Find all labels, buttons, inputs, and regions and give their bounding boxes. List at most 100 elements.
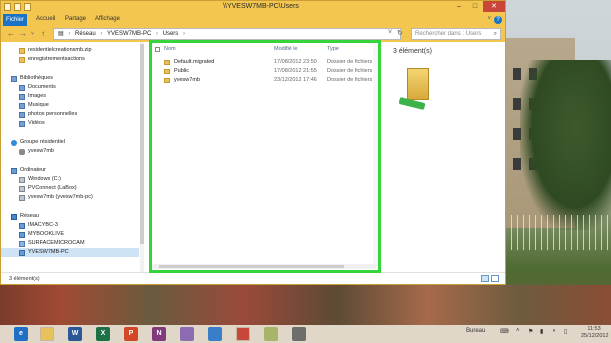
sidebar-item-label: Documents	[28, 84, 56, 90]
folder-icon	[19, 47, 25, 54]
up-button[interactable]: ↑	[41, 29, 45, 38]
maximize-button[interactable]: □	[467, 1, 483, 12]
navigation-pane: residentielcreationsmb.zip enregistrement…	[1, 42, 143, 272]
quick-access-toolbar	[4, 3, 31, 11]
search-placeholder: Rechercher dans : Users	[415, 31, 482, 37]
word-icon[interactable]: W	[68, 327, 82, 341]
sidebar-item[interactable]: photos personnelles	[19, 110, 77, 119]
breadcrumb-pc[interactable]: YVESW7MB-PC	[107, 31, 151, 37]
title-bar: \\YVESW7MB-PC\Users – □ ✕	[1, 1, 505, 14]
clock-date: 25/12/2012	[581, 333, 609, 339]
network-icon	[11, 213, 17, 220]
preview-item-count: 3 élément(s)	[393, 48, 432, 55]
library-icon	[19, 93, 25, 100]
file-explorer-icon[interactable]	[40, 327, 54, 341]
sidebar-item[interactable]: MYBOOKLIVE	[19, 230, 64, 239]
new-folder-icon[interactable]	[24, 3, 31, 11]
sidebar-item[interactable]: Windows (C:)	[19, 175, 61, 184]
library-icon	[19, 111, 25, 118]
library-icon	[11, 75, 17, 82]
sidebar-item-label: yvesw7mb	[28, 148, 54, 154]
sidebar-item-label: yvesw7mb (yvesw7mb-pc)	[28, 194, 93, 200]
forward-button[interactable]: →	[19, 29, 27, 38]
sidebar-item[interactable]: enregistrementsactions	[19, 55, 85, 64]
settings-icon[interactable]	[292, 327, 306, 341]
notepad-icon[interactable]	[264, 327, 278, 341]
details-pane: 3 élément(s)	[385, 42, 505, 272]
sidebar-item[interactable]: Musique	[19, 101, 49, 110]
homegroup-icon	[11, 139, 17, 146]
sidebar-item[interactable]: Réseau	[11, 212, 39, 221]
tab-affichage[interactable]: Affichage	[95, 16, 120, 22]
tab-partage[interactable]: Partage	[65, 16, 86, 22]
language-icon[interactable]: ▯	[564, 328, 567, 335]
navigation-scrollbar[interactable]	[140, 42, 144, 272]
media-icon	[19, 240, 25, 247]
taskbar: e W X P N Bureau ⌨ ˄ ⚑ ▮ ◖ ▯ 11:53 25/12…	[0, 325, 611, 343]
computer-icon	[19, 249, 25, 256]
search-icon[interactable]: ⌕	[494, 29, 497, 39]
sidebar-item-label: PVConnect (LaBox)	[28, 185, 77, 191]
sidebar-item[interactable]: Vidéos	[19, 119, 45, 128]
close-button[interactable]: ✕	[483, 1, 505, 12]
network-status-icon[interactable]: ▮	[540, 328, 543, 335]
sidebar-item-label: Images	[28, 93, 47, 99]
tab-accueil[interactable]: Accueil	[36, 16, 55, 22]
sidebar-item[interactable]: Ordinateur	[11, 166, 46, 175]
paint-icon[interactable]	[180, 327, 194, 341]
properties-icon[interactable]	[14, 3, 21, 11]
sidebar-item-label: Bibliothèques	[20, 75, 54, 81]
sidebar-item[interactable]: Bibliothèques	[11, 74, 53, 83]
address-field[interactable]: ▤ › Réseau › YVESW7MB-PC › Users ›	[53, 28, 401, 40]
search-input[interactable]: Rechercher dans : Users ⌕	[411, 28, 501, 40]
sidebar-item[interactable]: yvesw7mb (yvesw7mb-pc)	[19, 193, 93, 202]
drive-icon	[19, 176, 25, 183]
help-icon[interactable]: ?	[494, 16, 502, 24]
network-icon[interactable]	[208, 327, 222, 341]
large-folder-icon	[407, 68, 429, 100]
breadcrumb-reseau[interactable]: Réseau	[75, 31, 96, 37]
show-hidden-icon[interactable]: ˄	[516, 328, 520, 334]
details-view-icon[interactable]	[481, 275, 489, 282]
excel-icon[interactable]: X	[96, 327, 110, 341]
sidebar-item-label: MYBOOKLIVE	[28, 231, 65, 237]
sidebar-item[interactable]: IMACYBC-3	[19, 221, 58, 230]
address-dropdown-icon[interactable]: ˅	[388, 29, 392, 36]
internet-explorer-icon[interactable]: e	[14, 327, 28, 341]
sidebar-item[interactable]: residentielcreationsmb.zip	[19, 46, 92, 55]
background-fence	[505, 215, 611, 250]
folder-icon	[19, 56, 25, 63]
sidebar-item[interactable]: YVESW7MB-PC	[1, 248, 139, 257]
library-icon	[19, 84, 25, 91]
sidebar-item[interactable]: yvesw7mb	[19, 147, 54, 156]
annotation-highlight-box	[149, 40, 381, 273]
sidebar-item[interactable]: Documents	[19, 83, 56, 92]
sidebar-item[interactable]: Groupe résidentiel	[11, 138, 65, 147]
sidebar-item-label: residentielcreationsmb.zip	[28, 47, 92, 53]
minimize-button[interactable]: –	[451, 1, 467, 12]
user-icon	[19, 148, 25, 155]
recording-icon[interactable]	[236, 327, 250, 341]
sidebar-item[interactable]: SURFACEMICROCAM	[19, 239, 85, 248]
folder-icon[interactable]	[4, 3, 11, 11]
onenote-icon[interactable]: N	[152, 327, 166, 341]
desktop-label[interactable]: Bureau	[466, 328, 485, 334]
volume-icon[interactable]: ◖	[552, 328, 556, 334]
library-icon	[19, 120, 25, 127]
sidebar-item-label: Musique	[28, 102, 49, 108]
powerpoint-icon[interactable]: P	[124, 327, 138, 341]
recent-dropdown-icon[interactable]: ˅	[31, 31, 34, 37]
sidebar-item[interactable]: PVConnect (LaBox)	[19, 184, 77, 193]
refresh-button[interactable]: ↻	[397, 29, 403, 37]
sidebar-item[interactable]: Images	[19, 92, 46, 101]
keyboard-icon[interactable]: ⌨	[500, 328, 509, 335]
chevron-down-icon[interactable]: ˅	[487, 16, 491, 22]
flag-icon[interactable]: ⚑	[528, 328, 533, 335]
large-icons-view-icon[interactable]	[491, 275, 499, 282]
background-garden	[0, 285, 611, 325]
back-button[interactable]: ←	[7, 29, 15, 38]
tab-fichier[interactable]: Fichier	[3, 14, 27, 26]
breadcrumb-users[interactable]: Users	[163, 31, 179, 37]
computer-icon	[19, 222, 25, 229]
clock[interactable]: 11:53 25/12/2012	[581, 326, 609, 340]
